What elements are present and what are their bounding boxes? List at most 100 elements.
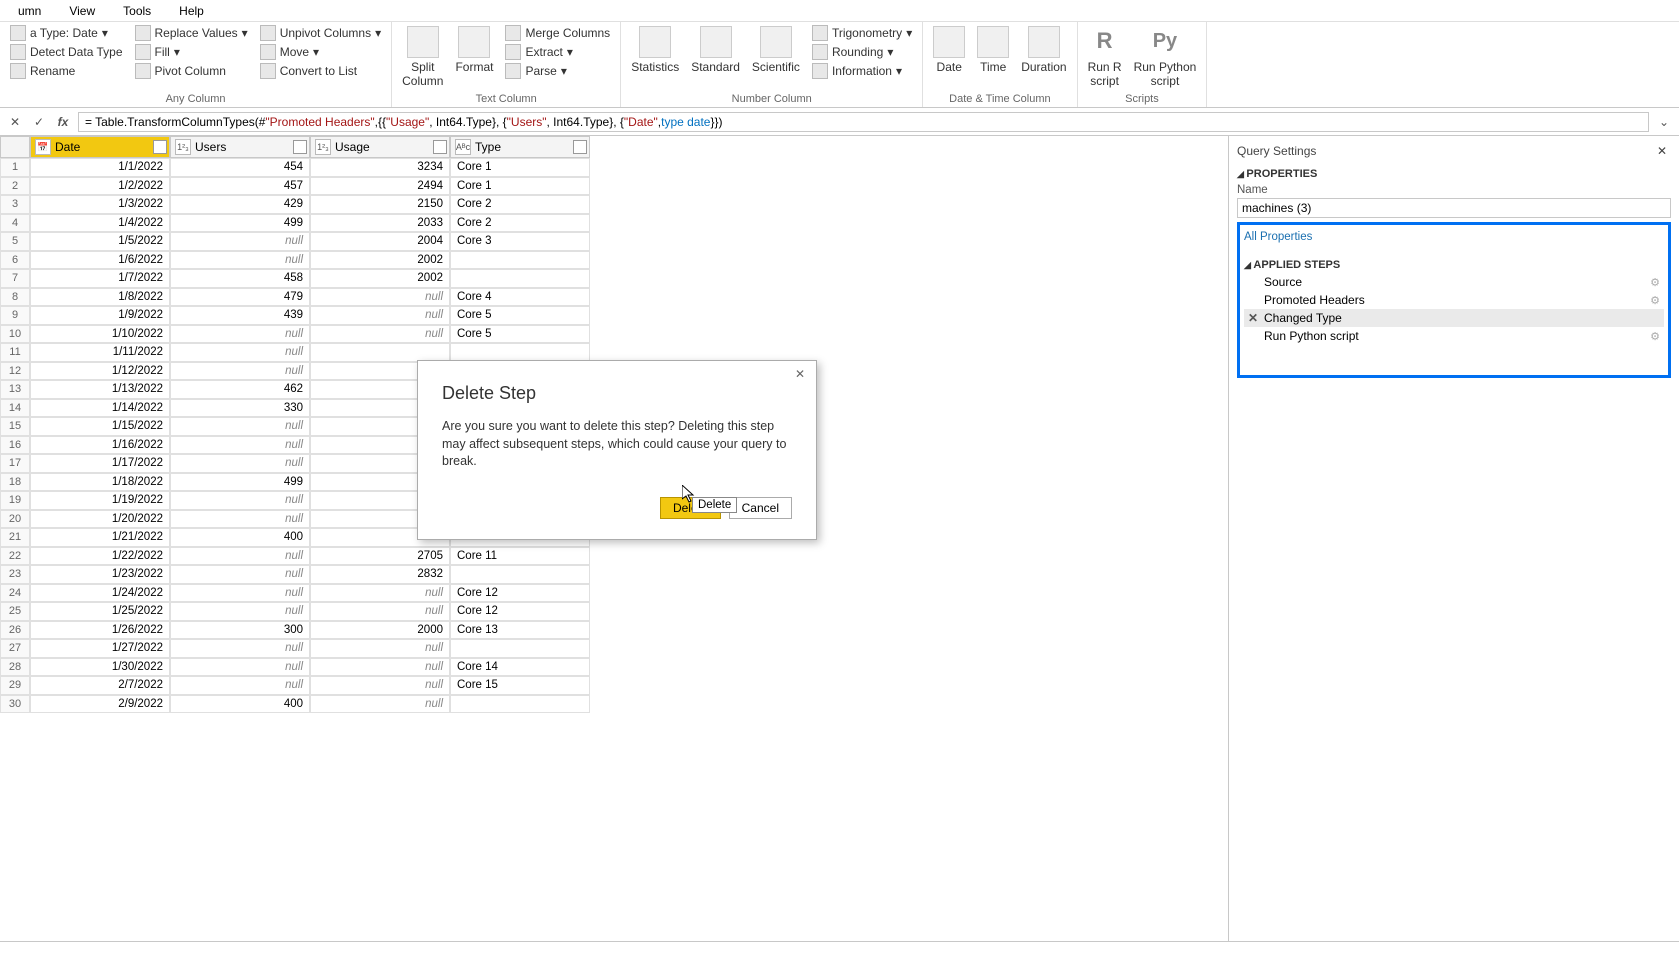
cell[interactable]: 2150	[310, 195, 450, 214]
cell[interactable]: Core 1	[450, 158, 590, 177]
cell[interactable]: 439	[170, 306, 310, 325]
gear-icon[interactable]: ⚙	[1650, 330, 1660, 343]
filter-icon[interactable]	[433, 140, 447, 154]
cell[interactable]: 1/13/2022	[30, 380, 170, 399]
cell[interactable]: Core 2	[450, 195, 590, 214]
cell[interactable]: Core 5	[450, 306, 590, 325]
row-header[interactable]: 7	[0, 269, 30, 288]
cell[interactable]: 429	[170, 195, 310, 214]
trigonometry-button[interactable]: Trigonometry ▾	[808, 24, 916, 42]
cell[interactable]: 458	[170, 269, 310, 288]
table-row[interactable]: 241/24/2022nullnullCore 12	[0, 584, 1228, 603]
cell[interactable]: 1/4/2022	[30, 214, 170, 233]
row-header[interactable]: 11	[0, 343, 30, 362]
filter-icon[interactable]	[293, 140, 307, 154]
cell[interactable]	[450, 251, 590, 270]
cell[interactable]: 1/12/2022	[30, 362, 170, 381]
column-header-usage[interactable]: 1²₃Usage	[310, 136, 450, 158]
cell[interactable]: 1/7/2022	[30, 269, 170, 288]
cell[interactable]: null	[170, 547, 310, 566]
standard-button[interactable]: Standard	[687, 24, 744, 76]
rename-button[interactable]: Rename	[6, 62, 127, 80]
cell[interactable]: 1/20/2022	[30, 510, 170, 529]
cell[interactable]: Core 5	[450, 325, 590, 344]
cell[interactable]: null	[310, 288, 450, 307]
cell[interactable]: null	[170, 343, 310, 362]
cell[interactable]	[450, 269, 590, 288]
filter-icon[interactable]	[153, 140, 167, 154]
cell[interactable]: null	[170, 251, 310, 270]
table-row[interactable]: 71/7/20224582002	[0, 269, 1228, 288]
cell[interactable]: null	[170, 325, 310, 344]
cell[interactable]: 1/26/2022	[30, 621, 170, 640]
cell[interactable]: null	[170, 417, 310, 436]
row-header[interactable]: 20	[0, 510, 30, 529]
table-row[interactable]: 111/11/2022null	[0, 343, 1228, 362]
statistics-button[interactable]: Statistics	[627, 24, 683, 76]
cell[interactable]: 2033	[310, 214, 450, 233]
row-header[interactable]: 5	[0, 232, 30, 251]
cell[interactable]: 1/5/2022	[30, 232, 170, 251]
row-header[interactable]: 8	[0, 288, 30, 307]
cell[interactable]: 1/22/2022	[30, 547, 170, 566]
cell[interactable]: 400	[170, 695, 310, 714]
run-r-script-button[interactable]: RRun R script	[1084, 24, 1126, 90]
cell[interactable]: 1/11/2022	[30, 343, 170, 362]
table-row[interactable]: 61/6/2022null2002	[0, 251, 1228, 270]
extract-button[interactable]: Extract ▾	[501, 43, 614, 61]
row-header[interactable]: 26	[0, 621, 30, 640]
cell[interactable]: 1/18/2022	[30, 473, 170, 492]
cell[interactable]: Core 2	[450, 214, 590, 233]
gear-icon[interactable]: ⚙	[1650, 276, 1660, 289]
cell[interactable]: 462	[170, 380, 310, 399]
cell[interactable]: 1/3/2022	[30, 195, 170, 214]
row-header[interactable]: 28	[0, 658, 30, 677]
row-header[interactable]: 6	[0, 251, 30, 270]
table-row[interactable]: 91/9/2022439nullCore 5	[0, 306, 1228, 325]
cell[interactable]: 1/23/2022	[30, 565, 170, 584]
cell[interactable]: Core 12	[450, 602, 590, 621]
cell[interactable]: null	[310, 639, 450, 658]
row-header[interactable]: 23	[0, 565, 30, 584]
table-row[interactable]: 261/26/20223002000Core 13	[0, 621, 1228, 640]
cell[interactable]: Core 14	[450, 658, 590, 677]
cell[interactable]: 454	[170, 158, 310, 177]
all-properties-link[interactable]: All Properties	[1244, 231, 1664, 243]
cell[interactable]: null	[170, 436, 310, 455]
row-header[interactable]: 30	[0, 695, 30, 714]
cell[interactable]: Core 1	[450, 177, 590, 196]
table-row[interactable]: 302/9/2022400null	[0, 695, 1228, 714]
row-header[interactable]: 17	[0, 454, 30, 473]
cell[interactable]: 2832	[310, 565, 450, 584]
table-row[interactable]: 101/10/2022nullnullCore 5	[0, 325, 1228, 344]
row-header[interactable]: 27	[0, 639, 30, 658]
cell[interactable]	[310, 343, 450, 362]
cell[interactable]: 2/7/2022	[30, 676, 170, 695]
cell[interactable]: 2002	[310, 269, 450, 288]
date-button[interactable]: Date	[929, 24, 969, 76]
cell[interactable]: 300	[170, 621, 310, 640]
row-header[interactable]: 4	[0, 214, 30, 233]
time-button[interactable]: Time	[973, 24, 1013, 76]
row-header[interactable]: 13	[0, 380, 30, 399]
cell[interactable]: null	[170, 510, 310, 529]
table-row[interactable]: 221/22/2022null2705Core 11	[0, 547, 1228, 566]
run-python-script-button[interactable]: PyRun Python script	[1130, 24, 1201, 90]
row-header[interactable]: 21	[0, 528, 30, 547]
cell[interactable]: 1/19/2022	[30, 491, 170, 510]
cell[interactable]: null	[170, 602, 310, 621]
delete-step-icon[interactable]: ✕	[1248, 311, 1260, 325]
row-header[interactable]: 10	[0, 325, 30, 344]
properties-section-header[interactable]: PROPERTIES	[1237, 162, 1671, 182]
cell[interactable]: null	[310, 658, 450, 677]
cancel-button[interactable]: Cancel	[729, 497, 792, 519]
expand-formula-icon[interactable]: ⌄	[1655, 113, 1673, 131]
information-button[interactable]: Information ▾	[808, 62, 916, 80]
format-button[interactable]: Format	[451, 24, 497, 76]
close-icon[interactable]: ✕	[1657, 144, 1671, 158]
scientific-button[interactable]: Scientific	[748, 24, 804, 76]
cell[interactable]: null	[170, 232, 310, 251]
row-header[interactable]: 29	[0, 676, 30, 695]
grid-corner[interactable]	[0, 136, 30, 158]
cell[interactable]: 499	[170, 214, 310, 233]
